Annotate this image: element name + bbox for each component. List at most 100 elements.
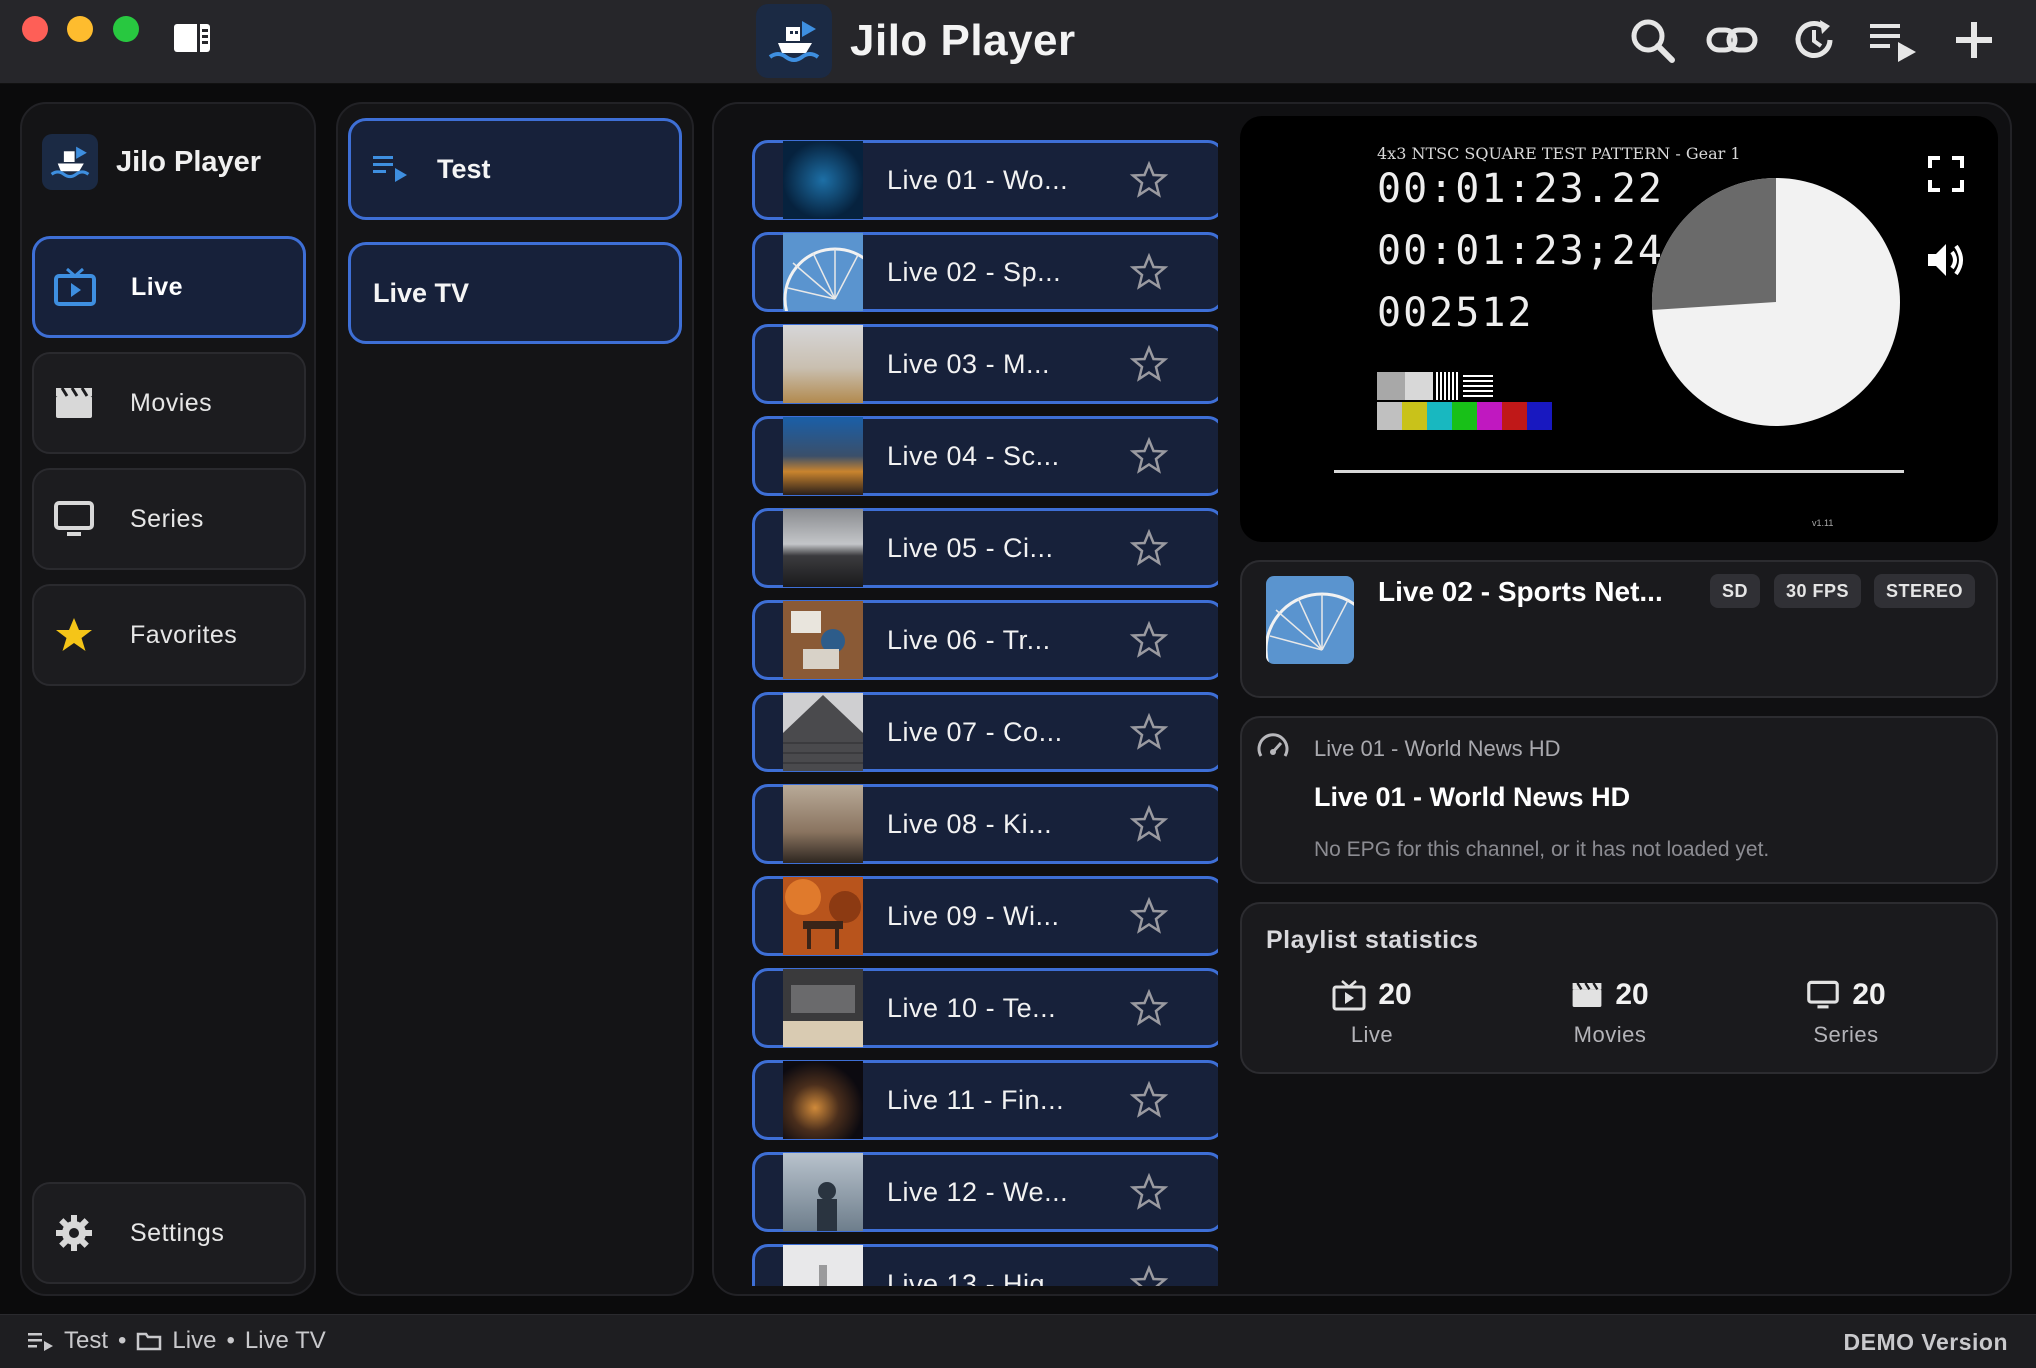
epg-card: Live 01 - World News HD Live 01 - World … (1240, 716, 1998, 884)
clapperboard-icon (1572, 982, 1602, 1007)
channel-name: Live 05 - Ci... (887, 532, 1054, 563)
group-item-test[interactable]: Test (348, 118, 682, 220)
minimize-window-button[interactable] (67, 16, 93, 42)
favorite-star-icon[interactable] (1129, 988, 1169, 1028)
sidebar-item-label: Settings (130, 1218, 225, 1247)
sidebar-brand-name: Jilo Player (116, 145, 262, 178)
quality-badge: SD (1710, 574, 1761, 608)
favorite-star-icon[interactable] (1129, 252, 1169, 292)
stat-live-count: 20 (1378, 978, 1412, 1011)
sidebar-item-settings[interactable]: Settings (32, 1182, 306, 1284)
breadcrumb-category: Live (172, 1327, 217, 1354)
history-icon[interactable] (1788, 14, 1840, 66)
sidebar-toggle-icon[interactable] (172, 22, 212, 54)
now-playing-thumbnail (1266, 576, 1354, 664)
channel-item[interactable]: Live 02 - Sp... (752, 232, 1218, 351)
epg-channel-name: Live 01 - World News HD (1314, 736, 1561, 761)
test-pattern-version: v1.11 (1812, 518, 1834, 528)
channel-item[interactable]: Live 01 - Wo... (752, 140, 1218, 220)
favorite-star-icon[interactable] (1129, 1264, 1169, 1286)
zoom-window-button[interactable] (113, 16, 139, 42)
breadcrumb: Test • Live • Live TV (28, 1327, 326, 1355)
favorite-star-icon[interactable] (1129, 712, 1169, 752)
group-item-live-tv[interactable]: Live TV (348, 242, 682, 344)
channel-thumbnail (783, 325, 863, 403)
sidebar-item-live[interactable]: Live (32, 236, 306, 338)
favorite-star-icon[interactable] (1129, 1172, 1169, 1212)
video-player[interactable]: 4x3 NTSC SQUARE TEST PATTERN - Gear 1 00… (1240, 116, 1998, 542)
breadcrumb-separator: • (118, 1327, 127, 1354)
stat-series-label: Series (1813, 1022, 1879, 1047)
monitor-icon (1807, 980, 1840, 1009)
group-item-label: Live TV (373, 277, 470, 308)
channel-item[interactable]: Live 03 - M... (752, 324, 1218, 404)
channel-item[interactable]: Live 05 - Ci... (752, 508, 1218, 588)
favorite-star-icon[interactable] (1129, 1080, 1169, 1120)
stat-live-label: Live (1350, 1022, 1394, 1047)
app-logo-icon (42, 134, 98, 190)
breadcrumb-playlist: Test (64, 1327, 109, 1354)
favorite-star-icon[interactable] (1129, 344, 1169, 384)
channel-item[interactable]: Live 08 - Ki... (752, 784, 1218, 864)
sidebar-item-movies[interactable]: Movies (32, 352, 306, 454)
favorite-star-icon[interactable] (1129, 528, 1169, 568)
close-window-button[interactable] (22, 16, 48, 42)
window-title: Jilo Player (850, 16, 1076, 65)
channel-thumbnail (783, 601, 863, 679)
channel-item[interactable]: Live 06 - Tr... (752, 600, 1218, 680)
add-icon[interactable] (1948, 14, 2000, 66)
stat-series: 20 Series (1746, 978, 1946, 1048)
stats-title: Playlist statistics (1266, 926, 1479, 954)
channel-name: Live 01 - Wo... (887, 164, 1069, 195)
channel-item[interactable]: Live 09 - Wi... (752, 876, 1218, 956)
channel-thumbnail (783, 969, 863, 1047)
sidebar-item-series[interactable]: Series (32, 468, 306, 570)
favorite-star-icon[interactable] (1129, 436, 1169, 476)
fullscreen-icon[interactable] (1924, 152, 1968, 196)
stat-live: 20 Live (1272, 978, 1472, 1048)
epg-program-title: Live 01 - World News HD (1314, 782, 1631, 812)
channel-list[interactable]: Live 01 - Wo... Live 02 - Sp... Live 03 … (728, 124, 1218, 1286)
playlist-icon (28, 1333, 53, 1351)
group-item-label: Test (437, 153, 491, 184)
sidebar-item-favorites[interactable]: Favorites (32, 584, 306, 686)
channel-thumbnail (783, 1245, 863, 1286)
channel-thumbnail (783, 785, 863, 863)
channel-thumbnail (783, 233, 887, 351)
channel-item[interactable]: Live 13 - Hig... (752, 1244, 1218, 1286)
now-playing-title: Live 02 - Sports Net... (1378, 576, 1663, 607)
favorite-star-icon[interactable] (1129, 804, 1169, 844)
frame-counter: 002512 (1377, 290, 1534, 336)
test-pattern-clock (1651, 177, 1900, 426)
channel-item[interactable]: Live 07 - Co... (752, 692, 1218, 772)
volume-icon[interactable] (1924, 238, 1968, 282)
favorite-star-icon[interactable] (1129, 160, 1169, 200)
fps-badge: 30 FPS (1774, 574, 1862, 608)
channel-thumbnail (783, 417, 863, 495)
channel-name: Live 06 - Tr... (887, 624, 1051, 655)
status-bar: Test • Live • Live TV DEMO Version (0, 1314, 2036, 1368)
channel-item[interactable]: Live 12 - We... (752, 1152, 1218, 1232)
link-icon[interactable] (1706, 14, 1758, 66)
channel-name: Live 12 - We... (887, 1176, 1069, 1207)
stat-movies-label: Movies (1573, 1022, 1647, 1047)
clapperboard-icon (52, 381, 96, 425)
channel-thumbnail (783, 1153, 863, 1231)
favorite-star-icon[interactable] (1129, 620, 1169, 660)
channel-item[interactable]: Live 11 - Fin... (752, 1060, 1218, 1140)
test-pattern-line (1334, 470, 1904, 473)
epg-empty-note: No EPG for this channel, or it has not l… (1314, 838, 1770, 861)
sidebar-brand: Jilo Player (42, 134, 261, 190)
channel-name: Live 10 - Te... (887, 992, 1057, 1023)
channel-item[interactable]: Live 04 - Sc... (752, 416, 1218, 496)
search-icon[interactable] (1626, 14, 1678, 66)
channel-item[interactable]: Live 10 - Te... (752, 968, 1218, 1048)
version-label: DEMO Version (1843, 1329, 2008, 1355)
playlist-play-icon[interactable] (1868, 14, 1920, 66)
title-bar: Jilo Player (0, 0, 2036, 84)
sidebar-item-label: Movies (130, 388, 213, 417)
breadcrumb-group: Live TV (244, 1327, 326, 1354)
favorite-star-icon[interactable] (1129, 896, 1169, 936)
channel-thumbnail (783, 877, 863, 955)
stat-movies: 20 Movies (1510, 978, 1710, 1048)
